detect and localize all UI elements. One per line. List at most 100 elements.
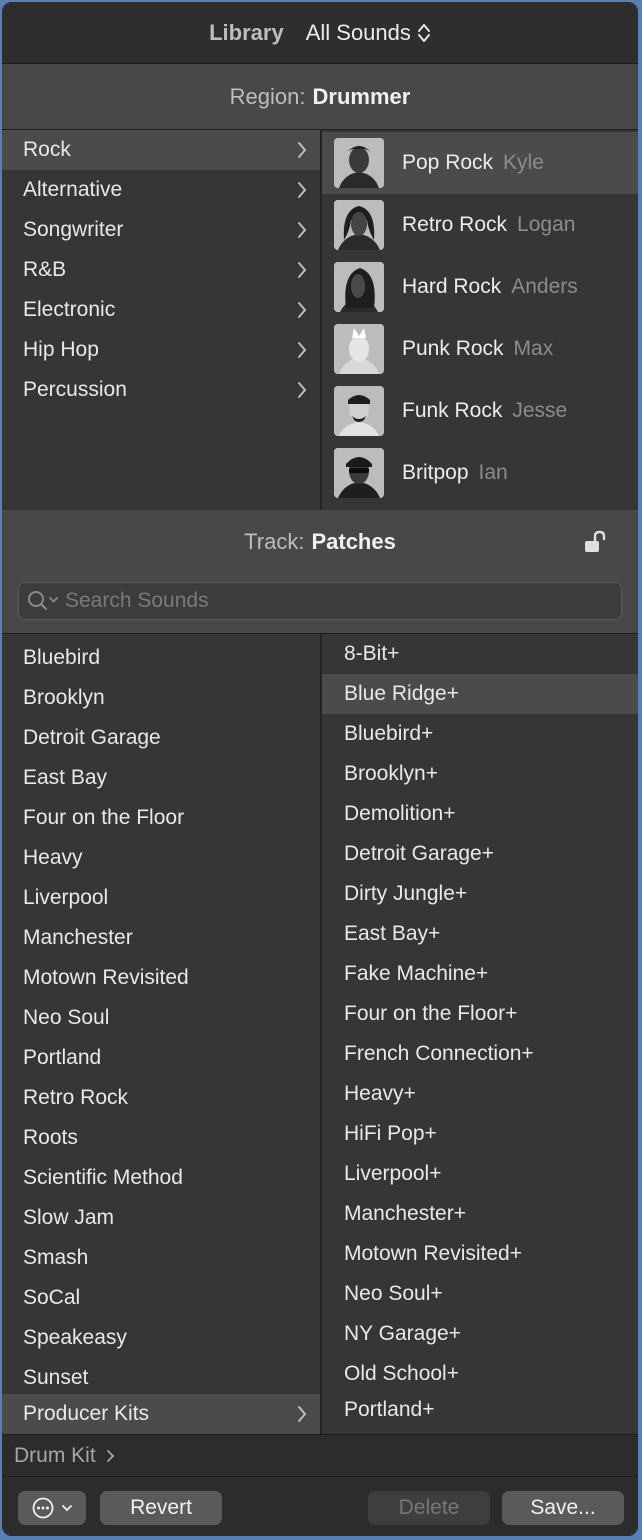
delete-button[interactable]: Delete	[368, 1491, 490, 1525]
patch-label: Smash	[23, 1246, 89, 1269]
genre-label: Alternative	[23, 178, 123, 201]
kit-item[interactable]: Fake Machine+	[322, 954, 638, 994]
search-input[interactable]	[65, 589, 585, 613]
patch-item[interactable]: Motown Revisited	[2, 958, 320, 998]
kit-label: Bluebird+	[344, 722, 434, 745]
save-button[interactable]: Save...	[502, 1491, 624, 1525]
genre-item[interactable]: R&B	[2, 250, 320, 290]
chevron-right-icon	[106, 1449, 114, 1462]
patch-item[interactable]: Speakeasy	[2, 1318, 320, 1358]
drummer-avatar-icon	[334, 386, 384, 436]
patch-item[interactable]: Manchester	[2, 918, 320, 958]
kit-item[interactable]: Motown Revisited+	[322, 1234, 638, 1274]
patch-item[interactable]: SoCal	[2, 1278, 320, 1318]
footer-toolbar: Revert Delete Save...	[2, 1476, 638, 1536]
patch-label: Heavy	[23, 846, 83, 869]
library-filter-value: All Sounds	[305, 19, 411, 45]
drummer-item[interactable]: Pop Rock Kyle	[322, 132, 638, 194]
chevron-right-icon	[298, 222, 307, 238]
patch-label: SoCal	[23, 1286, 81, 1309]
track-header: Track: Patches	[2, 510, 638, 574]
patch-item[interactable]: Detroit Garage	[2, 718, 320, 758]
patch-folder-producer-kits[interactable]: Producer Kits	[2, 1394, 320, 1434]
genre-item[interactable]: Percussion	[2, 370, 320, 410]
drummer-item[interactable]: Hard Rock Anders	[322, 256, 638, 318]
patch-label: Portland	[23, 1046, 102, 1069]
search-field[interactable]	[18, 582, 622, 620]
library-panel: Library All Sounds Region: Drummer Rock …	[2, 2, 638, 1536]
patch-item[interactable]: Slow Jam	[2, 1198, 320, 1238]
kit-item[interactable]: Dirty Jungle+	[322, 874, 638, 914]
genre-label: Songwriter	[23, 218, 124, 241]
drummer-item[interactable]: Punk Rock Max	[322, 318, 638, 380]
up-down-chevron-icon	[417, 23, 430, 42]
patch-item[interactable]: Sunset	[2, 1358, 320, 1398]
kit-item[interactable]: Neo Soul+	[322, 1274, 638, 1314]
kit-item[interactable]: HiFi Pop+	[322, 1114, 638, 1154]
drummer-item[interactable]: Retro Rock Logan	[322, 194, 638, 256]
patch-item[interactable]: Liverpool	[2, 878, 320, 918]
kit-item[interactable]: Old School+	[322, 1354, 638, 1394]
unlocked-lock-icon[interactable]	[584, 530, 606, 554]
patch-item[interactable]: Roots	[2, 1118, 320, 1158]
patch-list: Bluebird Brooklyn Detroit Garage East Ba…	[2, 634, 320, 1434]
patch-item[interactable]: Bluebird	[2, 638, 320, 678]
genre-item[interactable]: Songwriter	[2, 210, 320, 250]
kit-item[interactable]: Four on the Floor+	[322, 994, 638, 1034]
patch-item[interactable]: Retro Rock	[2, 1078, 320, 1118]
patch-item[interactable]: Portland	[2, 1038, 320, 1078]
kit-item[interactable]: NY Garage+	[322, 1314, 638, 1354]
drummer-avatar-icon	[334, 448, 384, 498]
drummer-avatar-icon	[334, 138, 384, 188]
patch-label: Bluebird	[23, 646, 101, 669]
drummer-name: Ian	[478, 461, 508, 484]
breadcrumb[interactable]: Drum Kit	[2, 1434, 638, 1476]
revert-button[interactable]: Revert	[100, 1491, 222, 1525]
genre-item[interactable]: Alternative	[2, 170, 320, 210]
kit-item[interactable]: French Connection+	[322, 1034, 638, 1074]
chevron-right-icon	[298, 182, 307, 198]
genre-item[interactable]: Hip Hop	[2, 330, 320, 370]
kit-item[interactable]: 8-Bit+	[322, 634, 638, 674]
genre-item[interactable]: Electronic	[2, 290, 320, 330]
kit-item[interactable]: Brooklyn+	[322, 754, 638, 794]
action-menu-button[interactable]	[18, 1491, 86, 1525]
kit-label: Portland+	[344, 1398, 435, 1421]
kit-item[interactable]: Demolition+	[322, 794, 638, 834]
kit-label: East Bay+	[344, 922, 441, 945]
chevron-right-icon	[298, 1406, 307, 1422]
patch-item[interactable]: Brooklyn	[2, 678, 320, 718]
patch-label: Roots	[23, 1126, 78, 1149]
drummer-style: Hard Rock	[402, 275, 502, 298]
patch-label: Liverpool	[23, 886, 109, 909]
kit-item[interactable]: Heavy+	[322, 1074, 638, 1114]
kit-item[interactable]: Bluebird+	[322, 714, 638, 754]
patch-label: Scientific Method	[23, 1166, 183, 1189]
kit-item[interactable]: Detroit Garage+	[322, 834, 638, 874]
genre-list: Rock Alternative Songwriter R&B Electron…	[2, 130, 320, 510]
drummer-name: Max	[513, 337, 554, 360]
kit-item[interactable]: East Bay+	[322, 914, 638, 954]
kit-item[interactable]: Liverpool+	[322, 1154, 638, 1194]
drummer-avatar-icon	[334, 262, 384, 312]
patch-item[interactable]: Smash	[2, 1238, 320, 1278]
genre-label: Rock	[23, 138, 71, 161]
library-header: Library All Sounds	[2, 2, 638, 64]
drummer-item[interactable]: Britpop Ian	[322, 442, 638, 504]
search-icon[interactable]	[27, 590, 61, 612]
patch-item[interactable]: Neo Soul	[2, 998, 320, 1038]
drummer-item[interactable]: Funk Rock Jesse	[322, 380, 638, 442]
patch-item[interactable]: East Bay	[2, 758, 320, 798]
genre-item[interactable]: Rock	[2, 130, 320, 170]
patch-item[interactable]: Scientific Method	[2, 1158, 320, 1198]
genre-label: Hip Hop	[23, 338, 99, 361]
patch-item[interactable]: Four on the Floor	[2, 798, 320, 838]
patch-item[interactable]: Heavy	[2, 838, 320, 878]
patch-label: Speakeasy	[23, 1326, 127, 1349]
kit-item[interactable]: Manchester+	[322, 1194, 638, 1234]
kit-label: Heavy+	[344, 1082, 416, 1105]
library-filter-popup[interactable]: All Sounds	[306, 20, 431, 46]
kit-item[interactable]: Blue Ridge+	[322, 674, 638, 714]
kit-item[interactable]: Portland+	[322, 1390, 638, 1430]
patch-label: Detroit Garage	[23, 726, 161, 749]
